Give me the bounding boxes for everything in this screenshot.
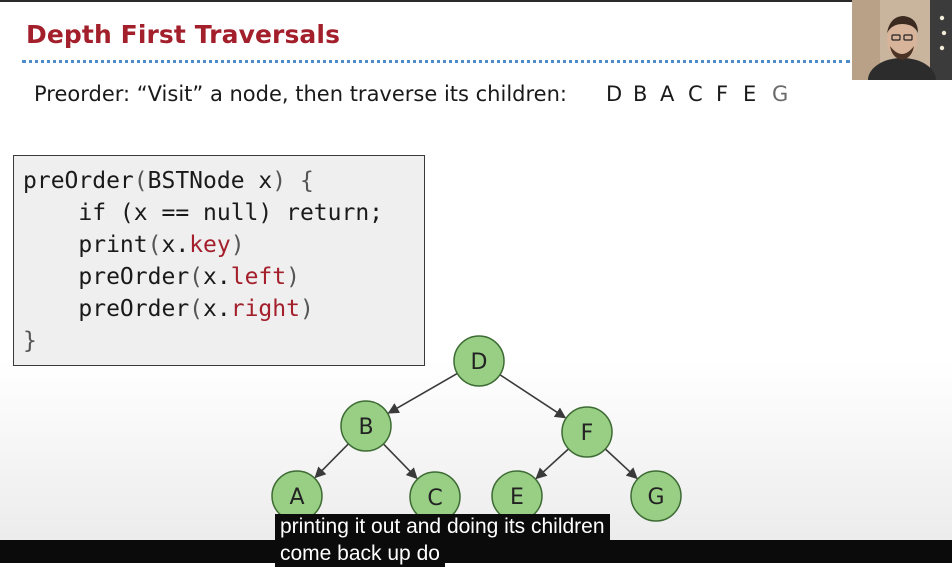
tree-node-circle [340, 400, 392, 452]
code-line: print(x.key) [78, 232, 245, 258]
tree-node-label: D [471, 350, 488, 375]
tree-node-label: A [289, 485, 304, 510]
caption-bar [0, 540, 952, 563]
sequence-item: C [688, 82, 703, 106]
sequence-item: A [660, 82, 675, 106]
tree-node-label: E [510, 485, 524, 510]
tree-edge-F-G [604, 448, 638, 480]
tree-node-F: F [561, 406, 613, 458]
tree-node-circle [561, 406, 613, 458]
tree-edge-D-F [499, 374, 567, 419]
tree-node-label: C [427, 486, 442, 511]
code-line: if (x == null) return; [78, 200, 384, 226]
tree-node-B: B [340, 400, 392, 452]
code-line: preOrder(x.left) [78, 264, 300, 290]
sequence-item: D [606, 82, 623, 106]
code-line: preOrder(BSTNode x) { [23, 168, 314, 194]
tree-edge-D-B [387, 372, 458, 414]
sequence-item: B [633, 82, 648, 106]
tree-node-label: G [647, 485, 664, 510]
code-line: preOrder(x.right) [78, 296, 314, 322]
tree-node-label: B [358, 415, 373, 440]
slide-title: Depth First Traversals [26, 20, 341, 49]
sequence-item: G [772, 82, 789, 106]
tree-node-G: G [630, 470, 682, 522]
sequence-item: F [716, 82, 729, 106]
code-block: preOrder(BSTNode x) { if (x == null) ret… [13, 155, 425, 366]
code-line: } [23, 328, 37, 354]
tree-edge-B-A [314, 443, 350, 479]
tree-edge-B-C [382, 443, 418, 480]
tree-node-circle [453, 335, 505, 387]
webcam-presenter-image [852, 0, 952, 80]
sequence-item: E [743, 82, 757, 106]
tree-node-circle [630, 470, 682, 522]
title-divider [22, 60, 850, 63]
tree-node-D: D [453, 335, 505, 387]
top-border [0, 0, 952, 2]
tree-node-label: F [581, 421, 594, 446]
tree-edge-F-E [535, 448, 570, 480]
caption-line: printing it out and doing its children [275, 514, 610, 540]
preorder-description: Preorder: “Visit” a node, then traverse … [34, 82, 567, 106]
caption-line: come back up do [275, 541, 445, 567]
